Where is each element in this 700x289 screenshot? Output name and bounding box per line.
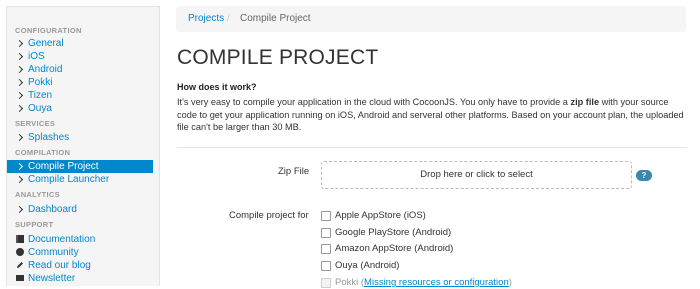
sidebar-item-ios[interactable]: iOS xyxy=(7,50,153,63)
chevron-right-icon xyxy=(15,160,26,173)
platform-checkbox[interactable] xyxy=(321,244,331,254)
zip-dropzone[interactable]: Drop here or click to select xyxy=(321,161,632,189)
howto-heading: How does it work? xyxy=(177,82,257,92)
chevron-right-icon xyxy=(15,37,26,50)
sidebar-item-splashes[interactable]: Splashes xyxy=(7,131,153,144)
chevron-right-icon xyxy=(15,102,26,115)
platform-label: Amazon AppStore (Android) xyxy=(335,243,454,254)
platform-label: Pokki (Missing resources or configuratio… xyxy=(335,276,512,289)
chevron-right-icon xyxy=(15,76,26,89)
chevron-right-icon xyxy=(15,63,26,76)
globe-icon xyxy=(16,246,26,259)
chevron-right-icon xyxy=(15,50,26,63)
envelope-icon xyxy=(16,272,26,285)
section-header-compilation: COMPILATION xyxy=(15,148,71,157)
breadcrumb-projects-link[interactable]: Projects xyxy=(188,6,224,32)
howto-description: It's very easy to compile your applicati… xyxy=(177,96,687,134)
compile-for-label: Compile project for xyxy=(229,210,309,221)
book-icon xyxy=(16,233,26,246)
breadcrumb: Projects / Compile Project xyxy=(176,6,686,32)
missing-resources-link[interactable]: Missing resources or configuration xyxy=(364,277,509,288)
section-header-analytics: ANALYTICS xyxy=(15,190,60,199)
zip-file-label: Zip File xyxy=(278,166,310,177)
section-header-support: SUPPORT xyxy=(15,220,54,229)
pokki-suffix: ) xyxy=(508,277,512,288)
sidebar-nav: CONFIGURATION General iOS Android Pokki … xyxy=(6,6,160,286)
sidebar-item-blog[interactable]: Read our blog xyxy=(7,259,153,272)
platform-checkbox-disabled xyxy=(321,278,331,288)
divider xyxy=(177,147,687,148)
platform-label: Google PlayStore (Android) xyxy=(335,227,452,238)
sidebar-item-compile-launcher[interactable]: Compile Launcher xyxy=(7,173,153,186)
platform-label: Apple AppStore (iOS) xyxy=(335,210,426,221)
sidebar-item-dashboard[interactable]: Dashboard xyxy=(7,203,153,216)
help-button[interactable]: ? xyxy=(636,170,652,181)
howto-text-bold: zip file xyxy=(570,97,600,107)
sidebar-item-ouya[interactable]: Ouya xyxy=(7,102,153,115)
chevron-right-icon xyxy=(15,131,26,144)
sidebar-item-community[interactable]: Community xyxy=(7,246,153,259)
platform-checkbox[interactable] xyxy=(321,261,331,271)
sidebar-item-pokki[interactable]: Pokki xyxy=(7,76,153,89)
sidebar-item-newsletter[interactable]: Newsletter xyxy=(7,272,153,285)
chevron-right-icon xyxy=(15,203,26,216)
howto-text-part: It's very easy to compile your applicati… xyxy=(177,97,571,107)
section-header-configuration: CONFIGURATION xyxy=(15,26,82,35)
page-title: COMPILE PROJECT xyxy=(177,46,379,69)
pokki-label: Pokki ( xyxy=(335,277,365,288)
pencil-icon xyxy=(16,259,26,272)
section-header-services: SERVICES xyxy=(15,119,56,128)
platform-checkbox[interactable] xyxy=(321,228,331,238)
sidebar-item-documentation[interactable]: Documentation xyxy=(7,233,153,246)
breadcrumb-separator: / xyxy=(227,13,230,24)
platform-label: Ouya (Android) xyxy=(335,260,400,271)
sidebar-item-compile-project[interactable]: Compile Project xyxy=(7,160,153,173)
chevron-right-icon xyxy=(15,89,26,102)
platform-checkbox[interactable] xyxy=(321,211,331,221)
breadcrumb-current: Compile Project xyxy=(240,13,311,24)
sidebar-item-general[interactable]: General xyxy=(7,37,153,50)
sidebar-item-tizen[interactable]: Tizen xyxy=(7,89,153,102)
sidebar-item-android[interactable]: Android xyxy=(7,63,153,76)
chevron-right-icon xyxy=(15,173,26,186)
